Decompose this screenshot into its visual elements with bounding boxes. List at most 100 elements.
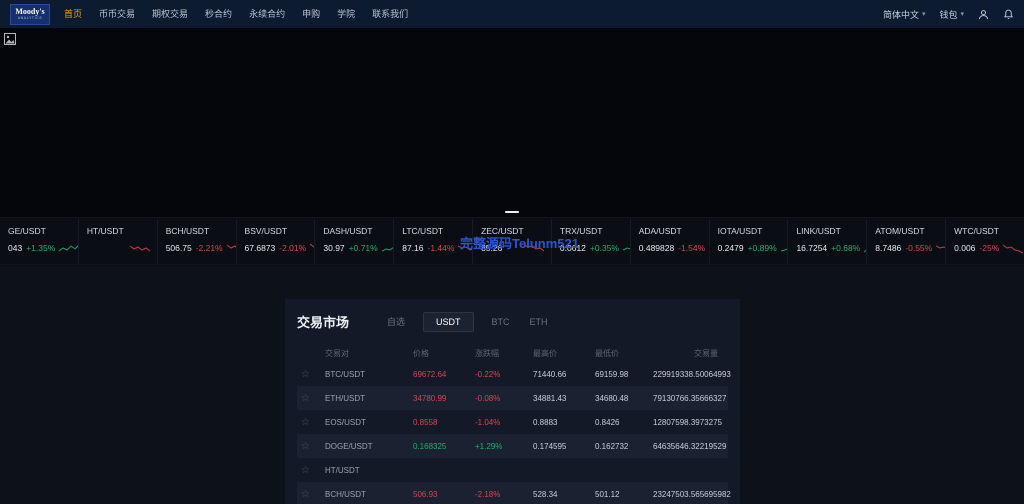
cell-pair: BCH/USDT (325, 489, 366, 499)
star-icon[interactable]: ☆ (301, 465, 325, 476)
cell-volume: 23247503.565695982 (653, 489, 731, 499)
main-content: 交易市场 自选 USDT BTC ETH 交易对 价格 涨跌幅 最高价 最低价 … (0, 266, 1024, 504)
sparkline-icon (1002, 242, 1024, 254)
cell-change: +1.29% (475, 441, 503, 451)
market-table: 交易对 价格 涨跌幅 最高价 最低价 交易量 ☆ BTC/USDT 69672.… (297, 344, 731, 504)
nav-item-perpetual[interactable]: 永续合约 (249, 0, 285, 28)
ticker-pair: BSV/USDT (244, 226, 288, 236)
cell-low: 0.8426 (595, 417, 620, 427)
carousel-indicator[interactable] (505, 211, 519, 213)
ticker-card[interactable]: ADA/USDT 0.489828 -1.54% (631, 219, 710, 264)
nav-item-spot-trade[interactable]: 币币交易 (99, 0, 135, 28)
sparkline-icon (381, 242, 394, 254)
ticker-price: 16.7254 (796, 243, 828, 253)
cell-high: 34881.43 (533, 393, 567, 403)
market-tabs: 自选 USDT BTC ETH (385, 311, 550, 332)
ticker-price: 85.26 (481, 243, 503, 253)
ticker-price: 0.006 (954, 243, 976, 253)
cell-pair: BTC/USDT (325, 369, 365, 379)
star-icon[interactable]: ☆ (301, 441, 325, 452)
table-row[interactable]: ☆ BCH/USDT 506.93 -2.18% 528.34 501.12 2… (297, 482, 731, 504)
ticker-pair: LTC/USDT (402, 226, 444, 236)
ticker-change: +0.71% (348, 243, 378, 253)
ticker-card[interactable]: ZEC/USDT 85.26 (473, 219, 552, 264)
ticker-pair: ADA/USDT (638, 226, 682, 236)
tab-btc[interactable]: BTC (490, 313, 512, 331)
ticker-pair: ZEC/USDT (481, 226, 524, 236)
ticker-card[interactable]: BCH/USDT 506.75 -2.21% (158, 219, 237, 264)
star-icon[interactable]: ☆ (301, 417, 325, 428)
table-row[interactable]: ☆ ETH/USDT 34780.99 -0.08% 34881.43 3468… (297, 386, 728, 410)
cell-high: 528.34 (533, 489, 558, 499)
cell-high: 0.174595 (533, 441, 567, 451)
ticker-change: +1.35% (26, 243, 56, 253)
cell-volume: 79130766.35666327 (653, 393, 727, 403)
col-price: 价格 (413, 348, 429, 358)
star-icon[interactable]: ☆ (301, 369, 325, 380)
main-nav: 首页 币币交易 期权交易 秒合约 永续合约 申购 学院 联系我们 (64, 0, 408, 28)
sparkline-icon (523, 242, 545, 254)
star-icon[interactable]: ☆ (301, 489, 325, 500)
ticker-change: +0.68% (831, 243, 861, 253)
market-ticker-strip: GE/USDT 043 +1.35% HT/USDT BCH/USDT 506.… (0, 219, 1024, 265)
brand-logo[interactable]: Moody's ANALYTICS (10, 3, 50, 25)
ticker-pair: ATOM/USDT (875, 226, 925, 236)
ticker-price: 506.75 (165, 243, 192, 253)
nav-item-contact-us[interactable]: 联系我们 (372, 0, 408, 28)
ticker-card[interactable]: GE/USDT 043 +1.35% (0, 219, 79, 264)
cell-pair: HT/USDT (325, 465, 360, 475)
language-selector[interactable]: 简体中文 ▾ (883, 8, 926, 21)
col-pair: 交易对 (325, 348, 349, 358)
ticker-change: -25% (979, 243, 1000, 253)
ticker-change: -2.01% (279, 243, 307, 253)
ticker-price: 0.0612 (559, 243, 586, 253)
table-header-row: 交易对 价格 涨跌幅 最高价 最低价 交易量 (297, 344, 728, 362)
ticker-card[interactable]: HT/USDT (79, 219, 158, 264)
ticker-card[interactable]: DASH/USDT 30.97 +0.71% (315, 219, 395, 264)
tab-usdt[interactable]: USDT (423, 311, 474, 332)
cell-price: 0.8558 (413, 417, 438, 427)
tab-eth[interactable]: ETH (528, 313, 550, 331)
ticker-price: 043 (8, 243, 23, 253)
wallet-label: 钱包 (939, 9, 958, 20)
cell-low: 69159.98 (595, 369, 629, 379)
wallet-menu[interactable]: 钱包 ▾ (939, 8, 964, 21)
ticker-card[interactable]: IOTA/USDT 0.2479 +0.89% (710, 219, 789, 264)
ticker-pair: WTC/USDT (954, 226, 999, 236)
ticker-card[interactable]: LTC/USDT 87.16 -1.44% (394, 219, 474, 264)
sparkline-icon (458, 242, 473, 254)
ticker-card[interactable]: BSV/USDT 67.6873 -2.01% (237, 219, 316, 264)
nav-item-seconds-contract[interactable]: 秒合约 (205, 0, 232, 28)
nav-item-home[interactable]: 首页 (64, 0, 82, 28)
table-row[interactable]: ☆ DOGE/USDT 0.168325 +1.29% 0.174595 0.1… (297, 434, 728, 458)
cell-pair: DOGE/USDT (325, 441, 373, 451)
ticker-card[interactable]: ATOM/USDT 8.7486 -0.55% (867, 219, 947, 264)
cell-pair: ETH/USDT (325, 393, 365, 403)
hero-banner (0, 28, 1024, 218)
cell-price: 0.168325 (413, 441, 447, 451)
table-row[interactable]: ☆ HT/USDT (297, 458, 728, 482)
sparkline-icon (129, 242, 150, 254)
notifications-button[interactable] (1003, 9, 1014, 20)
cell-price: 506.93 (413, 489, 438, 499)
nav-item-subscription[interactable]: 申购 (302, 0, 320, 28)
table-row[interactable]: ☆ EOS/USDT 0.8558 -1.04% 0.8883 0.8426 1… (297, 410, 728, 434)
ticker-card[interactable]: TRX/USDT 0.0612 +0.35% (552, 219, 631, 264)
nav-item-options-trade[interactable]: 期权交易 (152, 0, 188, 28)
tab-favorites[interactable]: 自选 (385, 311, 407, 332)
ticker-pair: DASH/USDT (323, 226, 373, 236)
cell-pair: EOS/USDT (325, 417, 366, 427)
ticker-price: 67.6873 (244, 243, 276, 253)
ticker-change: +0.35% (589, 243, 619, 253)
ticker-change: -2.21% (195, 243, 223, 253)
ticker-pair: IOTA/USDT (717, 226, 763, 236)
ticker-card[interactable]: WTC/USDT 0.006 -25% (946, 219, 1024, 264)
table-row[interactable]: ☆ BTC/USDT 69672.64 -0.22% 71440.66 6915… (297, 362, 731, 386)
col-high: 最高价 (533, 348, 557, 358)
cell-high: 71440.66 (533, 369, 567, 379)
user-account-button[interactable] (978, 9, 989, 20)
ticker-card[interactable]: LINK/USDT 16.7254 +0.68% (788, 219, 868, 264)
ticker-change: -1.54% (678, 243, 706, 253)
nav-item-academy[interactable]: 学院 (337, 0, 355, 28)
star-icon[interactable]: ☆ (301, 393, 325, 404)
